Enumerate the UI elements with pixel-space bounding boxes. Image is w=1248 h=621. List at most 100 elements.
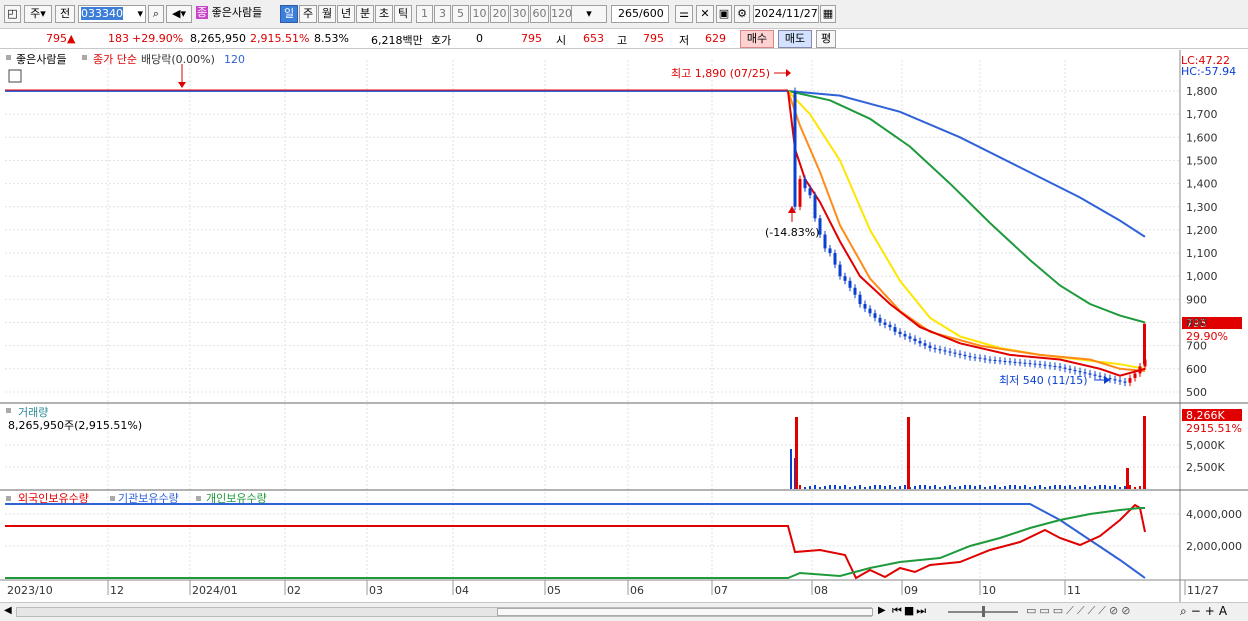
search-icon[interactable]: ⌕: [148, 5, 164, 23]
date-input[interactable]: 2024/11/27: [753, 5, 819, 23]
candle-body: [928, 345, 932, 348]
buy-button[interactable]: 매수: [740, 30, 774, 48]
period-tab-0[interactable]: 일: [280, 5, 298, 23]
x-axis-label: 03: [369, 584, 383, 597]
candle-body: [958, 353, 962, 355]
volume-bar: [859, 485, 861, 489]
volume-bar: [849, 487, 851, 489]
candle-body: [933, 347, 937, 350]
interval-30[interactable]: 30: [510, 5, 529, 23]
zoom-slider-thumb[interactable]: [982, 606, 985, 617]
stock-chart[interactable]: 좋은사람들 종가 단순 배당락(0.00%) 120 LC:47.22 HC:-…: [0, 50, 1248, 603]
candle-body: [953, 352, 957, 354]
volume-bar: [1134, 487, 1136, 489]
volume-bar: [1039, 485, 1041, 489]
min-price-label: 최저 540 (11/15): [999, 374, 1088, 387]
sell-button[interactable]: 매도: [778, 30, 812, 48]
volume-bar: [979, 485, 981, 489]
count-input[interactable]: 265/600: [611, 5, 669, 23]
volume-bar: [1034, 486, 1036, 489]
volume-bar: [944, 486, 946, 489]
scroll-left-icon[interactable]: ◀: [4, 605, 12, 616]
candle-body: [913, 338, 917, 342]
zoom-controls[interactable]: ⌕−+A: [1180, 604, 1231, 619]
candle-body: [823, 234, 827, 249]
open-price: 653: [583, 32, 604, 45]
interval-3[interactable]: 3: [434, 5, 451, 23]
price-axis-tick: 900: [1186, 293, 1207, 306]
interval-5[interactable]: 5: [452, 5, 469, 23]
main-toolbar: ◰ 주▾ 전 033340 ▾ ⌕ ◀▾ 종 좋은사람들 ▾ 265/600 ⚌ …: [0, 0, 1248, 29]
stock-code-input[interactable]: 033340 ▾: [78, 5, 146, 23]
period-tab-2[interactable]: 월: [318, 5, 336, 23]
calculator-icon[interactable]: [8, 69, 22, 83]
window-icon[interactable]: ◰: [4, 5, 21, 23]
chart-area[interactable]: 좋은사람들 종가 단순 배당락(0.00%) 120 LC:47.22 HC:-…: [0, 50, 1248, 603]
interval-dropdown[interactable]: ▾: [571, 5, 607, 23]
price-axis-tick: 1,400: [1186, 178, 1218, 191]
interval-10[interactable]: 10: [470, 5, 489, 23]
crosshair-icon[interactable]: ✕: [696, 5, 714, 23]
volume-tag: 8,266K: [1186, 409, 1225, 422]
price-axis-tick: 1,700: [1186, 108, 1218, 121]
interval-120[interactable]: 120: [550, 5, 572, 23]
candle-body: [1093, 374, 1097, 376]
period-tab-6[interactable]: 틱: [394, 5, 412, 23]
volume-bar: [809, 486, 811, 489]
drawing-tools[interactable]: ▭▭▭⟋⟋⟋⟋⊘⊘: [1026, 604, 1133, 618]
candle-body: [1113, 379, 1117, 381]
candle-body: [938, 349, 942, 351]
interval-60[interactable]: 60: [530, 5, 549, 23]
save-icon[interactable]: ▣: [716, 5, 732, 23]
period-tab-5[interactable]: 초: [375, 5, 393, 23]
mode-label: 주: [30, 7, 41, 20]
volume-bar: [899, 486, 901, 489]
zoom-slider[interactable]: [948, 606, 1018, 617]
volume-bar: [1089, 487, 1091, 489]
avg-button[interactable]: 평: [816, 30, 836, 48]
candle-body: [798, 178, 802, 207]
candle-body: [1088, 373, 1092, 375]
drop-pct-label: (-14.83%): [765, 226, 820, 239]
volume-bar: [790, 449, 792, 489]
period-tab-4[interactable]: 분: [356, 5, 374, 23]
scroll-thumb[interactable]: [497, 608, 873, 616]
period-tab-3[interactable]: 년: [337, 5, 355, 23]
volume-bar: [814, 485, 816, 489]
last-candle: [1143, 323, 1146, 365]
candle-body: [923, 343, 927, 346]
speaker-icon[interactable]: ◀▾: [166, 5, 192, 23]
volume-bar: [1074, 487, 1076, 489]
count-max: /600: [639, 7, 664, 20]
calendar-icon[interactable]: ▦: [820, 5, 836, 23]
volume-bar: [959, 486, 961, 489]
volume-bar: [1129, 485, 1131, 489]
playback-controls[interactable]: ⏮■⏭: [892, 604, 928, 618]
volume-pct-tag: 2915.51%: [1186, 422, 1242, 435]
volume-bar: [854, 486, 856, 489]
volume-bar: [1069, 485, 1071, 489]
mode-dropdown[interactable]: 주▾: [24, 5, 52, 23]
count-value: 265: [618, 7, 639, 20]
volume-bar: [964, 485, 966, 489]
gear-icon[interactable]: ⚙: [734, 5, 750, 23]
period-tab-1[interactable]: 주: [299, 5, 317, 23]
interval-20[interactable]: 20: [490, 5, 509, 23]
price-axis-tick: 1,300: [1186, 201, 1218, 214]
scroll-right-icon[interactable]: ▶: [878, 605, 886, 616]
volume-bar: [795, 417, 798, 489]
interval-1[interactable]: 1: [416, 5, 433, 23]
price-change-pct: +29.90%: [132, 32, 184, 45]
volume-bar: [1094, 486, 1096, 489]
volume-bar: [929, 486, 931, 489]
horizontal-scrollbar[interactable]: [16, 607, 873, 617]
volume-bar: [1019, 486, 1021, 489]
volume-bar: [914, 486, 916, 489]
volume-bar: [904, 485, 906, 489]
volume-bar: [1064, 486, 1066, 489]
candle-body: [813, 195, 817, 219]
candle-body: [983, 358, 987, 360]
prev-button[interactable]: 전: [55, 5, 75, 23]
candle-icon[interactable]: ⚌: [675, 5, 693, 23]
candle-body: [803, 178, 807, 189]
